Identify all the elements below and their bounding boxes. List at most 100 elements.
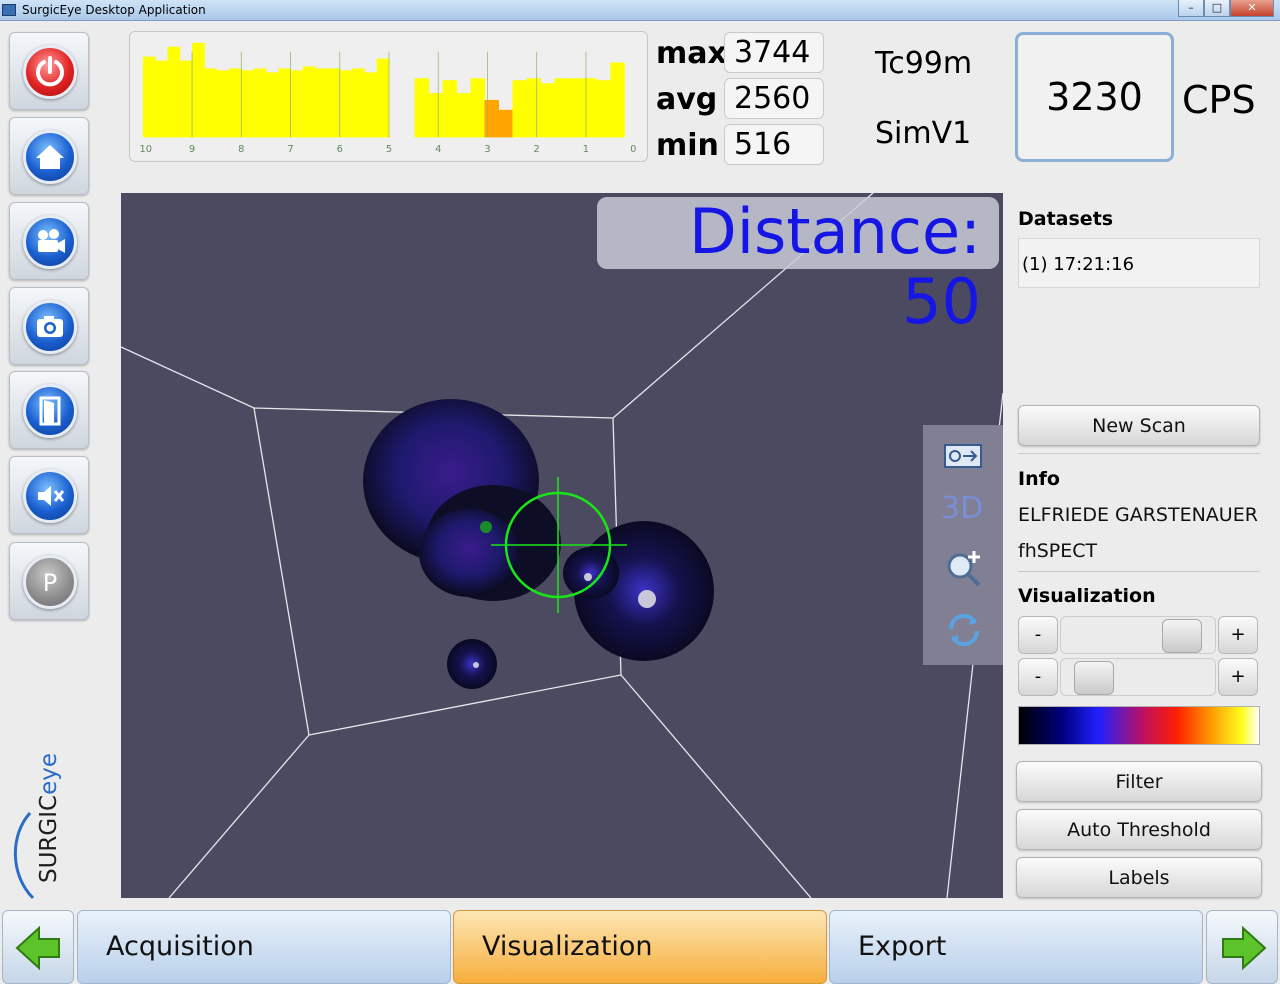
previous-step-button[interactable]	[2, 910, 74, 984]
histogram-bar	[290, 70, 304, 138]
histogram-bar	[470, 78, 486, 138]
video-button[interactable]	[9, 202, 89, 280]
histogram-bar	[526, 78, 541, 138]
histogram-tick-label: 0	[630, 144, 636, 155]
slider-increase-button[interactable]: +	[1218, 658, 1258, 696]
avg-value: 2560	[724, 78, 824, 119]
histogram-bar	[428, 93, 444, 138]
histogram-bar	[167, 46, 181, 138]
histogram-bar	[352, 68, 365, 138]
histogram-tick-label: 9	[189, 144, 195, 155]
visualization-title: Visualization	[1018, 585, 1156, 607]
histogram-bar	[414, 78, 430, 138]
parking-button[interactable]: P	[9, 542, 89, 620]
histogram-bar	[442, 80, 458, 138]
new-scan-button[interactable]: New Scan	[1018, 405, 1260, 446]
histogram-bar	[596, 80, 611, 138]
maximize-button[interactable]: □	[1204, 0, 1230, 17]
colormap-bar	[1018, 706, 1260, 745]
info-title: Info	[1018, 468, 1060, 490]
isotope-label: Tc99m	[875, 46, 973, 81]
workflow-nav: Acquisition Visualization Export	[0, 908, 1280, 984]
arrow-right-icon	[1222, 925, 1267, 971]
histogram-bar	[315, 68, 328, 138]
histogram-tick-label: 7	[287, 144, 293, 155]
slider-track[interactable]	[1060, 616, 1216, 654]
zoom-in-icon[interactable]	[945, 549, 983, 587]
threshold-slider-upper: - +	[1018, 616, 1260, 656]
close-button[interactable]: ✕	[1230, 0, 1274, 17]
camera-icon	[37, 316, 63, 337]
histogram-tick-label: 4	[435, 144, 441, 155]
window-title: SurgicEye Desktop Application	[22, 3, 206, 17]
arrow-left-icon	[15, 925, 60, 971]
histogram-bar	[302, 66, 316, 138]
tab-visualization[interactable]: Visualization	[453, 910, 827, 984]
svg-text:SURGICeye: SURGICeye	[36, 753, 62, 883]
modality-label: fhSPECT	[1018, 540, 1098, 562]
reset-view-icon[interactable]	[945, 611, 983, 649]
histogram-bar	[142, 56, 156, 138]
slider-decrease-button[interactable]: -	[1018, 658, 1058, 696]
slider-thumb[interactable]	[1162, 619, 1202, 653]
activity-blobs	[363, 399, 714, 689]
patient-name: ELFRIEDE GARSTENAUER	[1018, 504, 1258, 526]
count-rate-unit: CPS	[1182, 78, 1256, 122]
next-step-button[interactable]	[1206, 910, 1278, 984]
dataset-item[interactable]: (1) 17:21:16	[1022, 254, 1134, 275]
distance-readout: Distance: 50	[597, 197, 999, 337]
app-icon	[2, 4, 16, 16]
histogram-bar	[216, 70, 230, 138]
tab-acquisition[interactable]: Acquisition	[77, 910, 451, 984]
slider-increase-button[interactable]: +	[1218, 616, 1258, 654]
slider-decrease-button[interactable]: -	[1018, 616, 1058, 654]
histogram-bar	[456, 93, 472, 138]
title-bar: SurgicEye Desktop Application – □ ✕	[0, 0, 1280, 21]
minimize-button[interactable]: –	[1178, 0, 1204, 17]
tab-export[interactable]: Export	[829, 910, 1203, 984]
histogram-bar	[265, 72, 279, 138]
histogram-bar	[568, 78, 583, 138]
home-button[interactable]	[9, 117, 89, 195]
histogram-bar	[155, 60, 168, 138]
histogram-bar	[376, 58, 390, 138]
histogram-bar	[484, 99, 499, 138]
slider-track[interactable]	[1060, 658, 1216, 696]
histogram-bar	[582, 78, 597, 138]
histogram-bar	[498, 109, 513, 138]
separator	[1018, 571, 1260, 572]
surgiceye-logo: SURGICeye	[13, 753, 62, 900]
3d-viewport[interactable]: Distance: 50 3D	[121, 193, 1003, 898]
mute-button[interactable]	[9, 456, 89, 534]
histogram-tick-label: 8	[238, 144, 244, 155]
filter-button[interactable]: Filter	[1016, 761, 1262, 802]
datasets-title: Datasets	[1018, 208, 1114, 230]
slider-thumb[interactable]	[1074, 661, 1114, 695]
exit-button[interactable]	[9, 371, 89, 449]
min-label: min	[656, 128, 719, 163]
histogram-bar	[327, 68, 341, 138]
avg-label: avg	[656, 82, 718, 117]
power-button[interactable]	[9, 32, 89, 110]
histogram-bar	[241, 70, 255, 138]
labels-button[interactable]: Labels	[1016, 857, 1262, 898]
histogram-bar	[364, 72, 378, 138]
histogram-bar	[554, 78, 569, 138]
video-camera-icon	[38, 229, 65, 253]
view-export-icon[interactable]	[943, 441, 983, 471]
camera-button[interactable]	[9, 287, 89, 365]
separator	[1018, 453, 1260, 454]
count-rate-display: 3230	[1015, 32, 1174, 162]
dataset-list: (1) 17:21:16	[1018, 238, 1260, 288]
histogram-bar	[610, 62, 625, 138]
auto-threshold-button[interactable]: Auto Threshold	[1016, 809, 1262, 850]
histogram-tick-label: 3	[484, 144, 490, 155]
window-controls: – □ ✕	[1178, 0, 1274, 18]
histogram-tick-label: 5	[386, 144, 392, 155]
histogram-bar	[339, 70, 353, 138]
max-label: max	[656, 36, 727, 71]
histogram-tick-label: 2	[534, 144, 540, 155]
mode-3d-toggle[interactable]: 3D	[941, 491, 983, 526]
door-exit-icon	[39, 396, 61, 426]
parking-icon: P	[43, 569, 57, 597]
